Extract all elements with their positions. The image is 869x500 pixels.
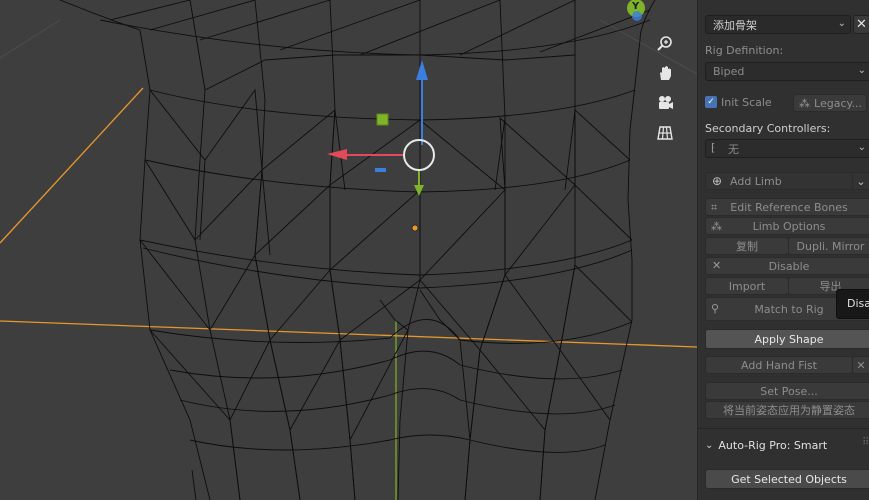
apply-shape-label: Apply Shape <box>754 332 824 346</box>
hand-icon[interactable] <box>652 60 678 86</box>
import-button[interactable]: Import <box>705 277 789 295</box>
copy-button[interactable]: 复制 <box>705 237 789 255</box>
edit-reference-bones-label: Edit Reference Bones <box>730 200 848 214</box>
rig-definition-label: Rig Definition: <box>705 44 784 57</box>
camera-icon[interactable] <box>652 90 678 116</box>
limb-options-label: Limb Options <box>752 219 826 233</box>
set-pose-label: Set Pose... <box>760 384 818 398</box>
close-icon[interactable]: ✕ <box>852 356 869 374</box>
chevron-down-icon: ⌄ <box>857 142 866 153</box>
secondary-controllers-value: 无 <box>728 142 739 156</box>
add-limb-label: Add Limb <box>730 174 782 188</box>
header-dropdown-value: 添加骨架 <box>713 18 757 32</box>
sidebar-panel: 添加骨架 ⌄ ✕ Rig Definition: Biped ⌄ ✓ Init … <box>697 0 869 500</box>
header-dropdown[interactable]: 添加骨架 ⌄ <box>705 15 851 34</box>
rig-definition-value: Biped <box>713 65 745 78</box>
match-to-rig-label: Match to Rig <box>754 302 824 316</box>
apply-pose-rest-label: 将当前姿态应用为静置姿态 <box>723 404 855 417</box>
3d-viewport[interactable]: Y <box>0 0 697 500</box>
section-title: Auto-Rig Pro: Smart <box>718 438 828 452</box>
gizmo-y-label: Y <box>632 1 640 12</box>
chevron-down-icon: ⌄ <box>837 18 846 29</box>
plus-circle-icon: ⊕ <box>712 174 723 188</box>
disable-label: Disable <box>768 259 810 273</box>
drag-handle-icon[interactable]: ⠿ <box>862 437 869 448</box>
init-scale-label: Init Scale <box>721 96 772 109</box>
limb-options-button[interactable]: ⁂ Limb Options <box>705 217 869 235</box>
tooltip-text: Disable <box>847 297 869 310</box>
legacy-button[interactable]: ⁂ Legacy... <box>793 94 867 112</box>
gear-icon: ⁂ <box>711 220 722 233</box>
set-pose-button[interactable]: Set Pose... <box>705 382 869 400</box>
secondary-controllers-dropdown[interactable]: ⁅ 无 ⌄ <box>705 139 869 158</box>
disable-button[interactable]: ✕ Disable <box>705 257 869 275</box>
add-limb-button[interactable]: ⊕ Add Limb <box>705 172 853 190</box>
add-hand-fist-label: Add Hand Fist <box>741 358 817 372</box>
section-header[interactable]: ⌄ Auto-Rig Pro: Smart <box>705 436 865 454</box>
apply-pose-rest-button[interactable]: 将当前姿态应用为静置姿态 <box>705 401 869 419</box>
dupli-mirror-button[interactable]: Dupli. Mirror <box>788 237 869 255</box>
dupli-mirror-label: Dupli. Mirror <box>796 239 865 253</box>
chevron-down-icon: ⌄ <box>705 439 714 451</box>
secondary-controllers-label: Secondary Controllers: <box>705 122 831 135</box>
rig-definition-dropdown[interactable]: Biped ⌄ <box>705 62 869 81</box>
get-selected-objects-button[interactable]: Get Selected Objects <box>705 469 869 489</box>
apply-shape-button[interactable]: Apply Shape <box>705 329 869 349</box>
init-scale-checkbox[interactable]: ✓ <box>705 96 717 108</box>
tooltip: Disable <box>836 289 869 319</box>
copy-label: 复制 <box>736 240 758 253</box>
get-selected-objects-label: Get Selected Objects <box>731 472 847 486</box>
bones-icon: ⌗ <box>711 201 718 214</box>
x-icon: ✕ <box>712 259 722 272</box>
grid-icon[interactable] <box>652 120 678 146</box>
close-icon[interactable]: ✕ <box>853 15 869 34</box>
wireframe-scene <box>0 0 697 500</box>
edit-reference-bones-button[interactable]: ⌗ Edit Reference Bones <box>705 198 869 216</box>
zoom-icon[interactable] <box>652 30 678 56</box>
chevron-down-icon: ⌄ <box>857 65 866 76</box>
legacy-icon: ⁂ <box>799 97 810 110</box>
transform-gizmo <box>327 60 435 232</box>
add-limb-chevron-icon[interactable]: ⌄ <box>852 172 869 190</box>
divider <box>698 428 869 429</box>
figure-icon: ⚲ <box>711 302 720 315</box>
add-hand-fist-button[interactable]: Add Hand Fist <box>705 356 853 374</box>
import-label: Import <box>728 279 766 293</box>
bracket-icon: ⁅ <box>711 141 716 154</box>
